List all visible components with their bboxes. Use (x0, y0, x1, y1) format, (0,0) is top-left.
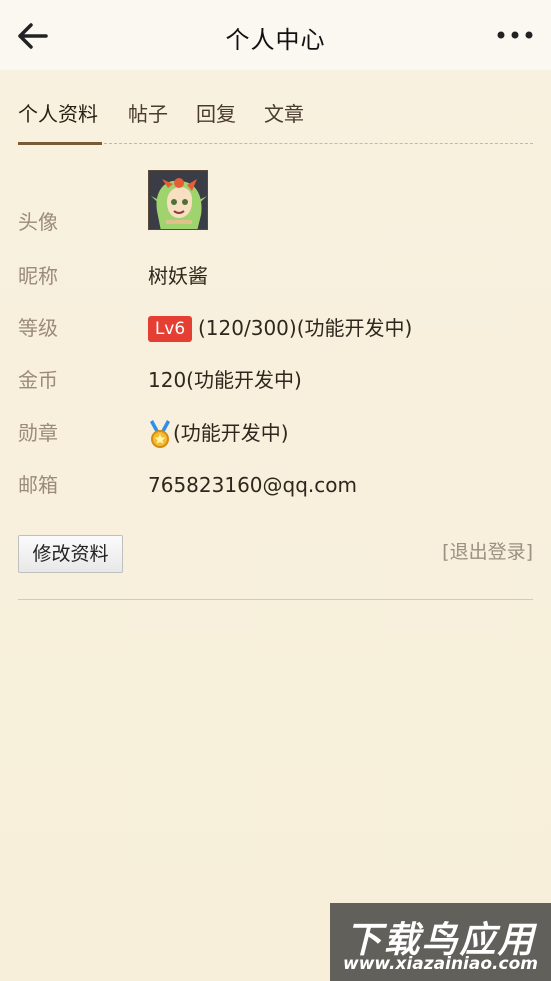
tab-profile[interactable]: 个人资料 (18, 100, 98, 128)
profile-tabs: 个人资料 帖子 回复 文章 (18, 100, 533, 145)
tab-replies[interactable]: 回复 (196, 100, 236, 128)
edit-profile-button[interactable]: 修改资料 (18, 535, 123, 573)
active-tab-underline (18, 142, 102, 145)
avatar[interactable] (148, 170, 208, 230)
avatar-image (149, 171, 207, 229)
email-value: 765823160@qq.com (148, 473, 357, 497)
email-label: 邮箱 (18, 473, 58, 497)
avatar-label: 头像 (18, 210, 58, 234)
nickname-value: 树妖酱 (148, 264, 208, 288)
medal-icon (150, 420, 170, 448)
watermark-url: www.xiazainiao.com (343, 954, 538, 974)
level-label: 等级 (18, 316, 58, 340)
more-horizontal-icon[interactable] (495, 28, 535, 42)
medal-value: (功能开发中) (173, 421, 289, 445)
nickname-label: 昵称 (18, 264, 58, 288)
profile-content: 个人资料 帖子 回复 文章 头像 昵称 树妖酱 等级 Lv6 (120/300)… (0, 70, 551, 981)
logout-link[interactable]: [退出登录] (442, 538, 533, 566)
section-divider (18, 599, 533, 600)
coins-value: 120(功能开发中) (148, 368, 302, 392)
watermark-logo: 下载鸟应用 www.xiazainiao.com (330, 903, 551, 981)
tab-divider (104, 143, 533, 144)
tab-articles[interactable]: 文章 (264, 100, 304, 128)
tab-posts[interactable]: 帖子 (128, 100, 168, 128)
page-title: 个人中心 (225, 26, 326, 54)
medal-label: 勋章 (18, 421, 58, 445)
level-badge: Lv6 (148, 316, 192, 342)
app-header: 个人中心 (0, 0, 551, 70)
level-progress: (120/300)(功能开发中) (198, 316, 413, 340)
coins-label: 金币 (18, 368, 58, 392)
